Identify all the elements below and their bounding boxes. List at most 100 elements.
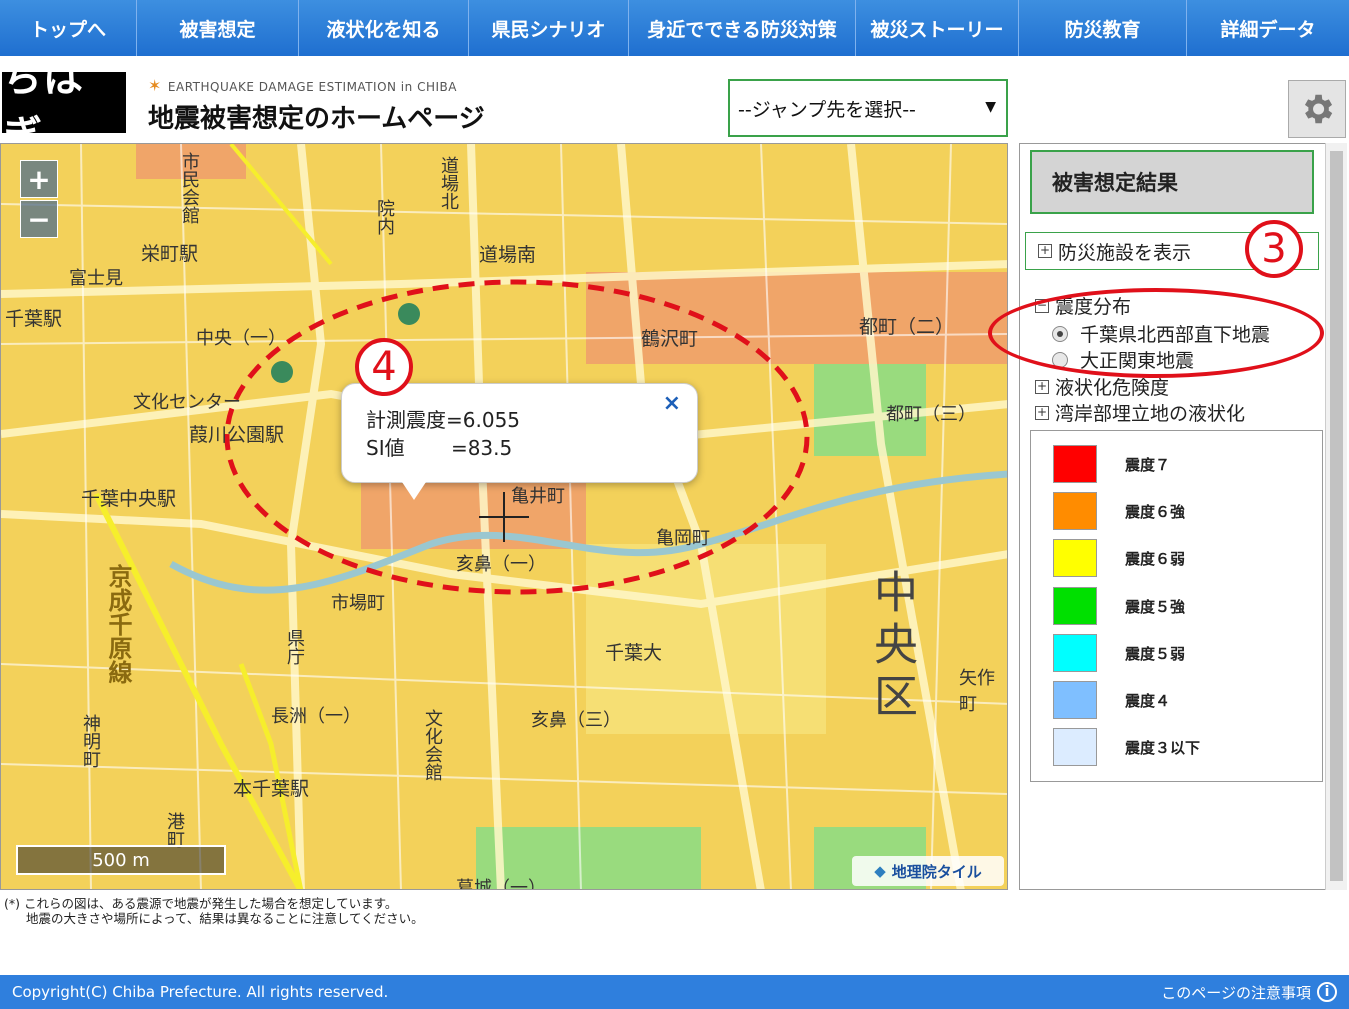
scrollbar-thumb[interactable]	[1330, 151, 1343, 881]
place-label: 千葉大	[605, 642, 663, 664]
footnote: (*) これらの図は、ある震源で地震が発生した場合を想定しています。 地震の大き…	[4, 896, 424, 926]
jump-select-value: --ジャンプ先を選択--	[738, 98, 916, 121]
annotation-badge-4: 4	[355, 338, 413, 396]
legend-item: 震度７	[1053, 445, 1170, 483]
dropdown-arrow-icon: ▼	[985, 99, 996, 115]
legend-label: 震度４	[1125, 691, 1171, 710]
legend-swatch	[1053, 681, 1097, 719]
popup-intensity: 計測震度=6.055	[366, 408, 521, 432]
gear-icon	[1304, 94, 1333, 124]
footnote-line: 地震の大きさや場所によって、結果は異なることに注意してください。	[26, 911, 424, 926]
expand-icon: +	[1038, 243, 1052, 258]
jump-select[interactable]: --ジャンプ先を選択-- ▼	[728, 79, 1008, 137]
place-label: 栄町駅	[141, 243, 199, 265]
place-label: 中央（一）	[196, 328, 286, 349]
legend-swatch	[1053, 728, 1097, 766]
info-icon: i	[1317, 982, 1337, 1002]
place-label: 矢作町	[959, 668, 995, 715]
place-label: 市場町	[331, 593, 385, 614]
legend-item: 震度４	[1053, 681, 1170, 719]
place-label: 長洲（一）	[271, 706, 361, 727]
place-label: 都町（二）	[859, 316, 955, 338]
place-label: 亥鼻（一）	[456, 554, 546, 575]
nav-detail-data[interactable]: 詳細データ	[1187, 0, 1349, 56]
attribution-label: 地理院タイル	[891, 862, 982, 881]
footer: Copyright(C) Chiba Prefecture. All right…	[0, 975, 1349, 1009]
page-notes-link[interactable]: このページの注意事項 i	[1161, 982, 1337, 1003]
place-label: 葭川公園駅	[189, 424, 285, 446]
legend-swatch	[1053, 445, 1097, 483]
page-title: 地震被害想定のホームページ	[148, 104, 485, 134]
zoom-in-button[interactable]: +	[20, 160, 58, 198]
nav-disaster-story[interactable]: 被災ストーリー	[856, 0, 1019, 56]
panel-scrollbar[interactable]	[1325, 143, 1347, 890]
legend-label: 震度５強	[1125, 597, 1186, 616]
annotation-ellipse-3	[988, 288, 1324, 378]
map-view[interactable]: 市民会館 栄町駅 富士見 千葉駅 道場南 道場北 院内 中央（一） 文化センター…	[0, 143, 1008, 890]
legend-label: 震度６弱	[1125, 549, 1186, 568]
layers-icon: ◆	[874, 862, 886, 880]
place-label: 亀岡町	[656, 528, 710, 549]
place-label: 千葉中央駅	[81, 488, 177, 510]
place-label: 京成千原線	[104, 564, 132, 684]
page-notes-label: このページの注意事項	[1161, 983, 1311, 1002]
place-label: 港町	[164, 812, 185, 848]
footnote-line: (*) これらの図は、ある震源で地震が発生した場合を想定しています。	[4, 896, 398, 911]
legend-item: 震度５弱	[1053, 634, 1185, 672]
legend-label: 震度３以下	[1125, 738, 1201, 757]
subtitle-text: EARTHQUAKE DAMAGE ESTIMATION in CHIBA	[167, 80, 457, 94]
legend-swatch	[1053, 539, 1097, 577]
place-label: 文化会館	[422, 709, 443, 781]
place-label: 文化センター	[133, 392, 241, 413]
expand-icon: +	[1035, 378, 1049, 394]
place-label: 神明町	[80, 714, 101, 768]
scale-bar: 500 m	[16, 845, 226, 875]
bay-liquefaction-label: 湾岸部埋立地の液状化	[1055, 403, 1246, 425]
legend-item: 震度５強	[1053, 587, 1185, 625]
tile-attribution[interactable]: ◆ 地理院タイル	[852, 856, 1004, 886]
top-nav: トップへ 被害想定 液状化を知る 県民シナリオ 身近でできる防災対策 被災ストー…	[0, 0, 1349, 56]
tree-bay-liquefaction[interactable]: + 湾岸部埋立地の液状化	[1035, 399, 1245, 426]
legend-item: 震度６強	[1053, 492, 1185, 530]
settings-button[interactable]	[1288, 80, 1346, 138]
legend-swatch	[1053, 634, 1097, 672]
star-icon: ✶	[148, 76, 162, 95]
legend-swatch	[1053, 587, 1097, 625]
place-label: 都町（三）	[886, 404, 976, 425]
damage-results-button[interactable]: 被害想定結果	[1030, 150, 1314, 214]
zoom-out-button[interactable]: −	[20, 200, 58, 238]
place-label: 富士見	[69, 268, 123, 289]
place-label: 院内	[374, 199, 395, 235]
facilities-label: 防災施設を表示	[1058, 241, 1192, 264]
site-subtitle: ✶ EARTHQUAKE DAMAGE ESTIMATION in CHIBA	[148, 76, 457, 95]
place-label: 本千葉駅	[233, 778, 310, 800]
legend-item: 震度３以下	[1053, 728, 1200, 766]
legend-item: 震度６弱	[1053, 539, 1185, 577]
place-label: 鶴沢町	[641, 328, 699, 350]
place-label: 千葉駅	[5, 308, 63, 330]
close-icon[interactable]: ×	[663, 390, 681, 418]
chiba-logo[interactable]: ちばぎ	[2, 55, 126, 159]
nav-disaster-education[interactable]: 防災教育	[1019, 0, 1187, 56]
legend-swatch	[1053, 492, 1097, 530]
place-label: 道場北	[438, 156, 459, 210]
legend-label: 震度７	[1125, 455, 1171, 474]
legend-label: 震度５弱	[1125, 644, 1186, 663]
expand-icon: +	[1035, 404, 1049, 420]
nav-citizen-scenario[interactable]: 県民シナリオ	[469, 0, 629, 56]
place-label: 県庁	[284, 629, 305, 665]
annotation-badge-3: 3	[1245, 220, 1303, 278]
copyright: Copyright(C) Chiba Prefecture. All right…	[12, 983, 389, 1001]
legend-label: 震度６強	[1125, 502, 1186, 521]
nav-damage-estimate[interactable]: 被害想定	[137, 0, 299, 56]
nav-liquefaction[interactable]: 液状化を知る	[299, 0, 469, 56]
place-label: 亥鼻（三）	[531, 710, 621, 731]
place-label: 亀井町	[511, 486, 565, 507]
district-label: 中央区	[866, 569, 917, 725]
info-popup: 計測震度=6.055 SI値 =83.5 ×	[341, 383, 698, 500]
intensity-legend: 震度７ 震度６強 震度６弱 震度５強 震度５弱 震度４ 震度３以下	[1030, 430, 1323, 782]
place-label: 道場南	[479, 244, 537, 266]
nav-disaster-prevention[interactable]: 身近でできる防災対策	[629, 0, 856, 56]
place-label: 葛城（一）	[456, 878, 546, 890]
place-label: 市民会館	[179, 152, 200, 224]
